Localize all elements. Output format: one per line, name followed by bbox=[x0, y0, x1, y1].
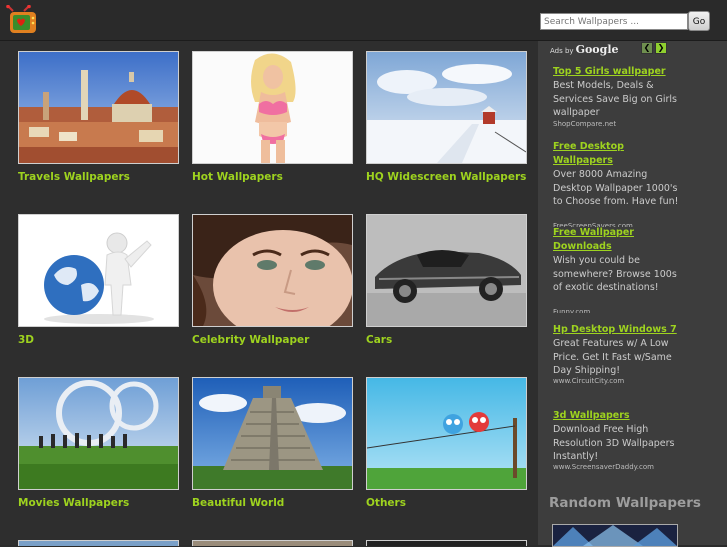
thumb-hq-widescreen[interactable] bbox=[366, 51, 527, 164]
ad-url[interactable]: www.CircuitCity.com bbox=[553, 377, 624, 385]
caption-3d[interactable]: 3D bbox=[18, 334, 34, 346]
caption-cars[interactable]: Cars bbox=[366, 334, 392, 346]
ad-title[interactable]: Free Wallpaper Downloads bbox=[553, 226, 634, 254]
thumb-movies[interactable] bbox=[18, 377, 179, 490]
caption-movies[interactable]: Movies Wallpapers bbox=[18, 497, 129, 509]
thumb-partial[interactable] bbox=[192, 540, 353, 546]
ad-url[interactable]: Funny.com bbox=[553, 308, 590, 313]
ad-title[interactable]: Free Desktop Wallpapers bbox=[553, 140, 624, 168]
caption-hot[interactable]: Hot Wallpapers bbox=[192, 171, 283, 183]
ads-next-arrow-icon[interactable]: ❯ bbox=[655, 42, 667, 54]
thumb-hot[interactable] bbox=[192, 51, 353, 164]
search-go-button[interactable]: Go bbox=[688, 11, 710, 31]
random-wallpapers-heading: Random Wallpapers bbox=[549, 495, 701, 511]
thumb-partial[interactable] bbox=[366, 540, 527, 546]
thumb-celebrity[interactable] bbox=[192, 214, 353, 327]
ad-body: Over 8000 Amazing Desktop Wallpaper 1000… bbox=[553, 169, 679, 208]
caption-others[interactable]: Others bbox=[366, 497, 406, 509]
ad-url[interactable]: ShopCompare.net bbox=[553, 120, 616, 128]
ad-url[interactable]: www.ScreensaverDaddy.com bbox=[553, 463, 654, 471]
thumb-others[interactable] bbox=[366, 377, 527, 490]
ad-body: Download Free High Resolution 3D Wallpap… bbox=[553, 424, 675, 463]
caption-travels[interactable]: Travels Wallpapers bbox=[18, 171, 130, 183]
random-wallpaper-thumb[interactable] bbox=[552, 524, 678, 547]
thumb-cars[interactable] bbox=[366, 214, 527, 327]
thumb-beautiful-world[interactable] bbox=[192, 377, 353, 490]
ad-body: Great Features w/ A Low Price. Get It Fa… bbox=[553, 338, 672, 377]
thumb-travels[interactable] bbox=[18, 51, 179, 164]
ad-body: Best Models, Deals & Services Save Big o… bbox=[553, 80, 677, 119]
search-input[interactable] bbox=[540, 13, 688, 30]
ad-body: Wish you could be somewhere? Browse 100s… bbox=[553, 255, 677, 294]
thumb-partial[interactable] bbox=[18, 540, 179, 546]
caption-beautiful-world[interactable]: Beautiful World bbox=[192, 497, 284, 509]
ads-prev-arrow-icon[interactable]: ❮ bbox=[641, 42, 653, 54]
ad-title[interactable]: Hp Desktop Windows 7 bbox=[553, 323, 677, 337]
ad-title[interactable]: 3d Wallpapers bbox=[553, 409, 630, 423]
caption-celebrity[interactable]: Celebrity Wallpaper bbox=[192, 334, 309, 346]
thumb-3d[interactable] bbox=[18, 214, 179, 327]
ads-by-google-label[interactable]: Ads by Google bbox=[550, 43, 619, 56]
site-logo[interactable] bbox=[4, 4, 38, 35]
caption-hq-widescreen[interactable]: HQ Widescreen Wallpapers bbox=[366, 171, 526, 183]
ad-title[interactable]: Top 5 Girls wallpaper bbox=[553, 65, 666, 79]
top-bar: Go bbox=[0, 0, 727, 41]
